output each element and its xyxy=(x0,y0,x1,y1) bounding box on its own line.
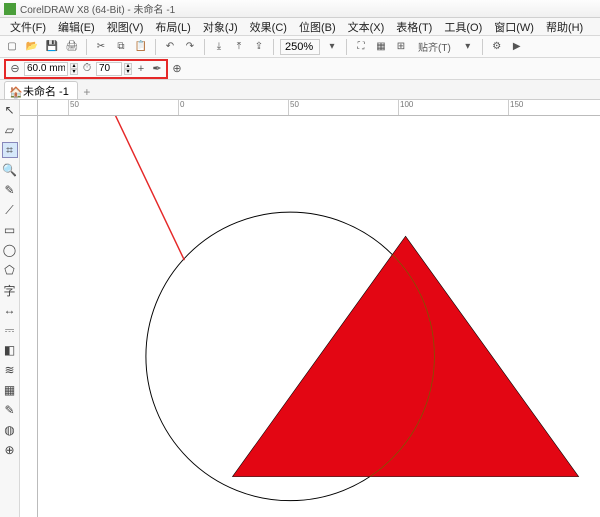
crop-tool[interactable]: ⌗ xyxy=(2,142,18,158)
eraser-shape-icon[interactable]: ⊖ xyxy=(8,62,22,76)
shape-tool[interactable]: ▱ xyxy=(2,122,18,138)
ruler-tick: 50 xyxy=(288,100,299,116)
menu-tools[interactable]: 工具(O) xyxy=(438,19,488,35)
quick-customize-icon[interactable]: ⊕ xyxy=(2,442,18,458)
new-button[interactable]: ▢ xyxy=(4,39,20,55)
text-tool[interactable]: 字 xyxy=(2,282,18,298)
separator xyxy=(273,39,274,55)
pen-outline-icon[interactable]: ✒ xyxy=(150,62,164,76)
separator xyxy=(204,39,205,55)
pick-tool[interactable]: ↖ xyxy=(2,102,18,118)
save-button[interactable]: 💾 xyxy=(44,39,60,55)
vertical-ruler[interactable] xyxy=(20,116,38,517)
property-bar: ⊖ ▴▾ ⏱ ▴▾ + ✒ ⊕ xyxy=(0,58,600,80)
transparency-tool[interactable]: ▦ xyxy=(2,382,18,398)
menu-window[interactable]: 窗口(W) xyxy=(488,19,540,35)
menu-edit[interactable]: 编辑(E) xyxy=(52,19,101,35)
triangle-shape[interactable] xyxy=(232,236,578,476)
open-button[interactable]: 📂 xyxy=(24,39,40,55)
separator xyxy=(155,39,156,55)
menu-text[interactable]: 文本(X) xyxy=(342,19,391,35)
home-icon: 🏠 xyxy=(9,86,19,96)
title-bar: CorelDRAW X8 (64-Bit) - 未命名 -1 xyxy=(0,0,600,18)
menu-layout[interactable]: 布局(L) xyxy=(149,19,196,35)
blend-tool[interactable]: ≋ xyxy=(2,362,18,378)
work-area: ↖ ▱ ⌗ 🔍 ✎ ⟋ ▭ ◯ ⬠ 字 ↔ ⎓ ◧ ≋ ▦ ✎ ◍ ⊕ 50 0… xyxy=(0,100,600,517)
snap-dropdown[interactable]: 贴齐(T) xyxy=(413,39,456,55)
publish-button[interactable]: ⇪ xyxy=(251,39,267,55)
polygon-tool[interactable]: ⬠ xyxy=(2,262,18,278)
horizontal-ruler[interactable]: 50 0 50 100 150 xyxy=(38,100,600,116)
menu-effects[interactable]: 效果(C) xyxy=(244,19,293,35)
menu-bitmap[interactable]: 位图(B) xyxy=(293,19,342,35)
toolbox: ↖ ▱ ⌗ 🔍 ✎ ⟋ ▭ ◯ ⬠ 字 ↔ ⎓ ◧ ≋ ▦ ✎ ◍ ⊕ xyxy=(0,100,20,517)
redo-button[interactable]: ↷ xyxy=(182,39,198,55)
ruler-tick: 50 xyxy=(68,100,79,116)
angle-icon: ⏱ xyxy=(80,62,94,76)
zoom-level[interactable]: 250% xyxy=(280,39,320,55)
ellipse-tool[interactable]: ◯ xyxy=(2,242,18,258)
add-prop-icon[interactable]: ⊕ xyxy=(170,62,184,76)
menu-bar: 文件(F) 编辑(E) 视图(V) 布局(L) 对象(J) 效果(C) 位图(B… xyxy=(0,18,600,36)
canvas-container: 50 0 50 100 150 xyxy=(20,100,600,517)
smart-draw-tool[interactable]: ⟋ xyxy=(2,202,18,218)
angle-input[interactable] xyxy=(96,62,122,76)
standard-toolbar: ▢ 📂 💾 🖨 ✂ ⧉ 📋 ↶ ↷ ⤓ ⤒ ⇪ 250% ▾ ⛶ ▦ ⊞ 贴齐(… xyxy=(0,36,600,58)
ruler-tick: 100 xyxy=(398,100,413,116)
menu-file[interactable]: 文件(F) xyxy=(4,19,52,35)
reduce-nodes-icon[interactable]: + xyxy=(134,62,148,76)
drawing-canvas[interactable] xyxy=(38,116,600,517)
ruler-origin[interactable] xyxy=(20,100,38,116)
fullscreen-button[interactable]: ⛶ xyxy=(353,39,369,55)
ruler-tick: 0 xyxy=(178,100,184,116)
menu-object[interactable]: 对象(J) xyxy=(197,19,244,35)
tab-label: 未命名 -1 xyxy=(23,83,69,99)
ruler-tick: 150 xyxy=(508,100,523,116)
fill-tool[interactable]: ◍ xyxy=(2,422,18,438)
separator xyxy=(482,39,483,55)
annotation-highlight: ⊖ ▴▾ ⏱ ▴▾ + ✒ xyxy=(4,59,168,79)
document-tabs: 🏠 未命名 -1 + xyxy=(0,80,600,100)
app-icon xyxy=(4,3,16,15)
snap-chevron-icon[interactable]: ▾ xyxy=(460,39,476,55)
launch-button[interactable]: ▶ xyxy=(509,39,525,55)
options-button[interactable]: ⚙ xyxy=(489,39,505,55)
freehand-tool[interactable]: ✎ xyxy=(2,182,18,198)
tab-untitled[interactable]: 🏠 未命名 -1 xyxy=(4,81,78,99)
menu-view[interactable]: 视图(V) xyxy=(101,19,150,35)
cut-button[interactable]: ✂ xyxy=(93,39,109,55)
menu-help[interactable]: 帮助(H) xyxy=(540,19,589,35)
separator xyxy=(346,39,347,55)
angle-spinner[interactable]: ▴▾ xyxy=(124,63,132,75)
grid-button[interactable]: ▦ xyxy=(373,39,389,55)
eraser-size-input[interactable] xyxy=(24,62,68,76)
eyedropper-tool[interactable]: ✎ xyxy=(2,402,18,418)
window-title: CorelDRAW X8 (64-Bit) - 未命名 -1 xyxy=(20,1,175,16)
add-tab-button[interactable]: + xyxy=(80,85,94,99)
rectangle-tool[interactable]: ▭ xyxy=(2,222,18,238)
undo-button[interactable]: ↶ xyxy=(162,39,178,55)
connector-tool[interactable]: ⎓ xyxy=(2,322,18,338)
copy-button[interactable]: ⧉ xyxy=(113,39,129,55)
annotation-arrow xyxy=(84,116,184,260)
separator xyxy=(86,39,87,55)
menu-table[interactable]: 表格(T) xyxy=(390,19,438,35)
size-spinner[interactable]: ▴▾ xyxy=(70,63,78,75)
export-button[interactable]: ⤒ xyxy=(231,39,247,55)
import-button[interactable]: ⤓ xyxy=(211,39,227,55)
zoom-tool[interactable]: 🔍 xyxy=(2,162,18,178)
guides-button[interactable]: ⊞ xyxy=(393,39,409,55)
paste-button[interactable]: 📋 xyxy=(133,39,149,55)
dimension-tool[interactable]: ↔ xyxy=(2,302,18,318)
shadow-tool[interactable]: ◧ xyxy=(2,342,18,358)
print-button[interactable]: 🖨 xyxy=(64,39,80,55)
zoom-dropdown-icon[interactable]: ▾ xyxy=(324,39,340,55)
